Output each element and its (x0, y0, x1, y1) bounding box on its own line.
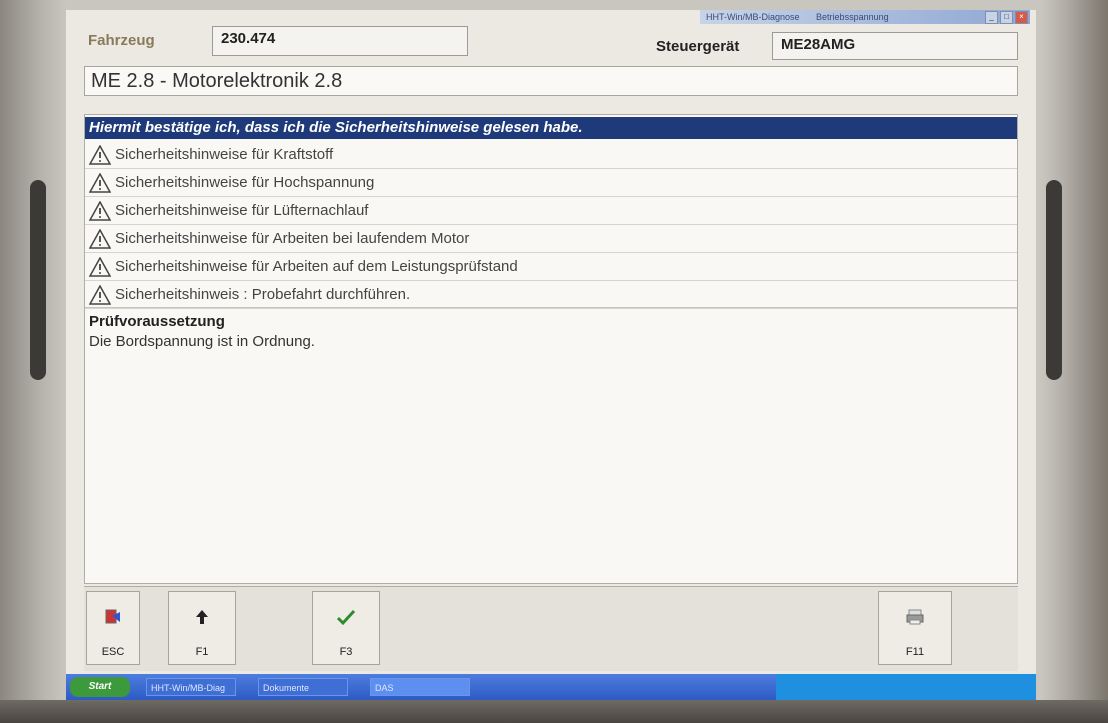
warning-triangle-icon (89, 200, 111, 221)
safety-item-label: Sicherheitshinweise für Lüfternachlauf (115, 202, 369, 219)
section-divider (85, 307, 1017, 308)
safety-item-high-voltage[interactable]: Sicherheitshinweise für Hochspannung (85, 169, 1017, 197)
maximize-button[interactable]: □ (1000, 11, 1013, 24)
safety-item-label: Sicherheitshinweise für Hochspannung (115, 174, 375, 191)
f1-label: F1 (195, 646, 209, 658)
system-tray (776, 674, 1036, 700)
esc-button[interactable]: ESC (86, 591, 140, 665)
start-button[interactable]: Start (70, 677, 130, 697)
warning-triangle-icon (89, 256, 111, 277)
precondition-heading: Prüfvoraussetzung (89, 313, 225, 330)
content-panel: Hiermit bestätige ich, dass ich die Sich… (84, 114, 1018, 584)
close-button[interactable]: × (1015, 11, 1028, 24)
safety-item-label: Sicherheitshinweise für Kraftstoff (115, 146, 334, 163)
bezel-hinge-left (30, 180, 46, 380)
ecu-label: Steuergerät (656, 38, 740, 55)
module-title: ME 2.8 - Motorelektronik 2.8 (84, 66, 1018, 96)
ecu-field[interactable]: ME28AMG (772, 32, 1018, 60)
f11-label: F11 (905, 646, 925, 658)
taskbar-item[interactable]: HHT-Win/MB-Diag (146, 678, 236, 696)
window-title-text: HHT-Win/MB-Diagnose (706, 12, 800, 22)
bezel-hinge-right (1046, 180, 1062, 380)
taskbar-item[interactable]: DAS (370, 678, 470, 696)
safety-item-dyno[interactable]: Sicherheitshinweise für Arbeiten auf dem… (85, 253, 1017, 281)
safety-item-label: Sicherheitshinweise für Arbeiten auf dem… (115, 258, 518, 275)
warning-triangle-icon (89, 144, 111, 165)
safety-list: Sicherheitshinweise für Kraftstoff Siche… (85, 141, 1017, 309)
safety-item-label: Sicherheitshinweise für Arbeiten bei lau… (115, 230, 470, 247)
warning-triangle-icon (89, 228, 111, 249)
warning-triangle-icon (89, 172, 111, 193)
arrow-up-icon (169, 608, 235, 628)
precondition-text: Die Bordspannung ist in Ordnung. (89, 333, 315, 350)
f1-button[interactable]: F1 (168, 591, 236, 665)
safety-item-fan-overrun[interactable]: Sicherheitshinweise für Lüfternachlauf (85, 197, 1017, 225)
vehicle-field[interactable]: 230.474 (212, 26, 468, 56)
safety-item-running-engine[interactable]: Sicherheitshinweise für Arbeiten bei lau… (85, 225, 1017, 253)
window-tray-text: Betriebsspannung (816, 12, 889, 22)
safety-item-label: Sicherheitshinweis : Probefahrt durchfüh… (115, 286, 411, 303)
taskbar: Start HHT-Win/MB-Diag Dokumente DAS (66, 674, 1036, 700)
vehicle-label: Fahrzeug (88, 32, 155, 49)
minimize-button[interactable]: _ (985, 11, 998, 24)
safety-item-test-drive[interactable]: Sicherheitshinweis : Probefahrt durchfüh… (85, 281, 1017, 309)
taskbar-item[interactable]: Dokumente (258, 678, 348, 696)
screen: HHT-Win/MB-Diagnose Betriebsspannung _ □… (66, 10, 1036, 700)
printer-icon (879, 608, 951, 628)
warning-triangle-icon (89, 284, 111, 305)
checkmark-icon (313, 608, 379, 628)
f3-button[interactable]: F3 (312, 591, 380, 665)
window-controls: _ □ × (985, 11, 1028, 24)
function-key-bar: ESC F1 F3 F11 (84, 586, 1018, 671)
f3-label: F3 (339, 646, 353, 658)
laptop-bottom-strip (0, 700, 1108, 723)
window-titlebar: HHT-Win/MB-Diagnose Betriebsspannung _ □… (700, 10, 1030, 24)
confirm-safety-bar[interactable]: Hiermit bestätige ich, dass ich die Sich… (85, 117, 1017, 139)
exit-icon (87, 608, 139, 628)
esc-label: ESC (101, 646, 125, 658)
safety-item-fuel[interactable]: Sicherheitshinweise für Kraftstoff (85, 141, 1017, 169)
f11-button[interactable]: F11 (878, 591, 952, 665)
